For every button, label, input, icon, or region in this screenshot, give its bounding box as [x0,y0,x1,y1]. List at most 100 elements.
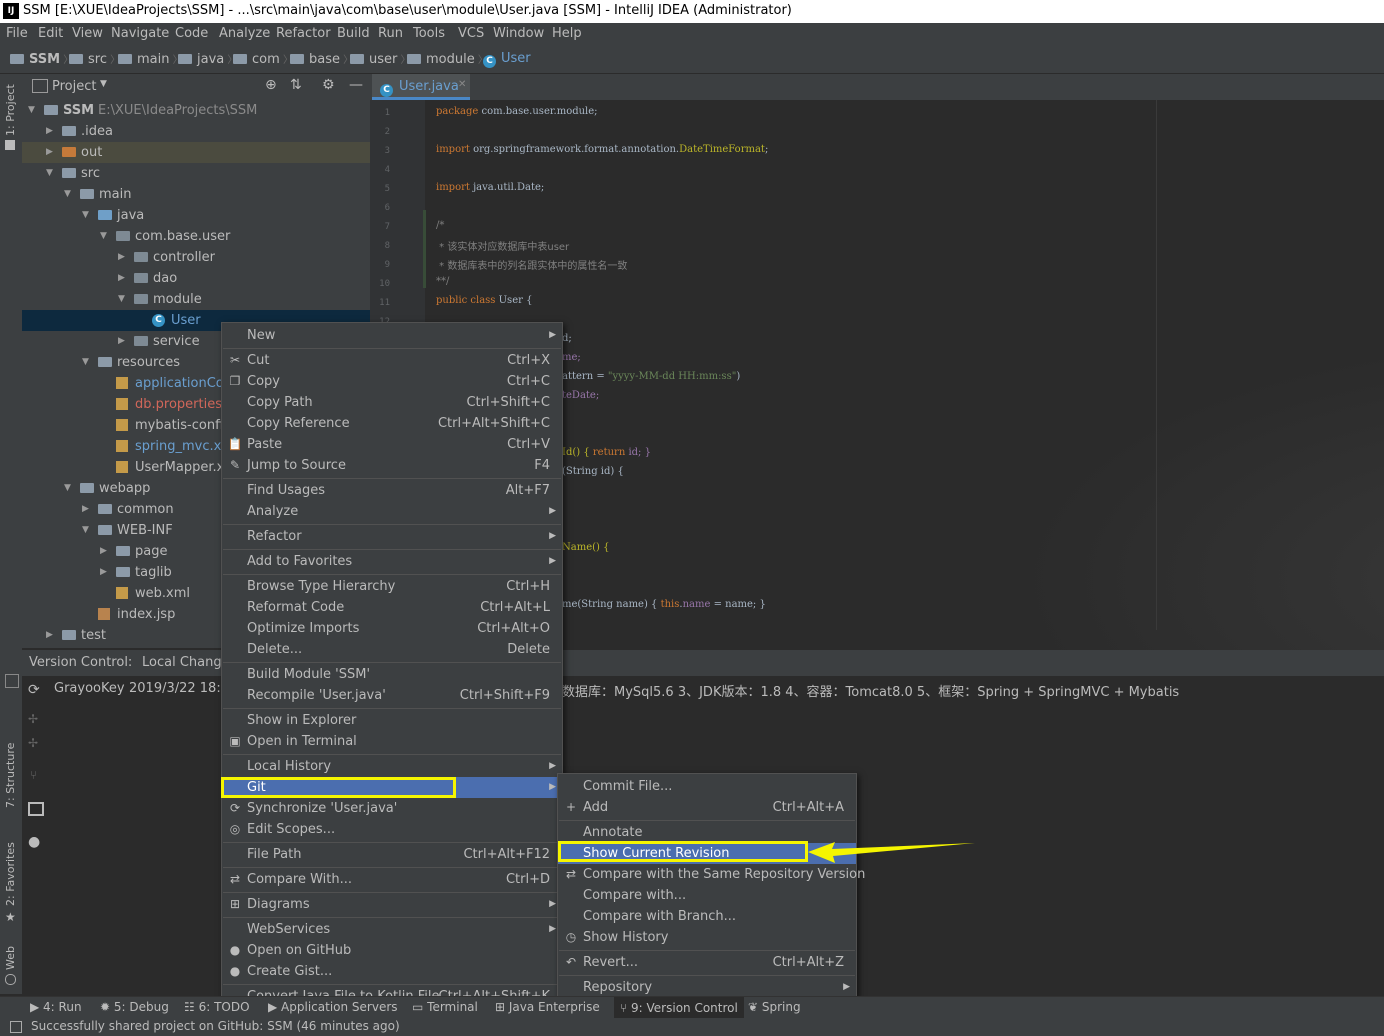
bottom-tab-5-debug[interactable]: ✹ 5: Debug [100,1000,169,1014]
bottom-tab-spring[interactable]: ❦ Spring [748,1000,801,1014]
menu-item-compare-with[interactable]: ⇄ Compare With... Ctrl+D [222,869,562,890]
menu-item-new[interactable]: New ▶ [222,325,562,346]
menu-analyze[interactable]: Analyze [219,26,270,41]
expanded-arrow-icon[interactable]: ▼ [100,226,107,247]
breadcrumb-main[interactable]: main 〉 [118,51,183,67]
menu-item-find-usages[interactable]: Find Usages Alt+F7 [222,480,562,501]
menu-item-synchronize-user-java[interactable]: ⟳ Synchronize 'User.java' [222,798,562,819]
menu-item-paste[interactable]: 📋 Paste Ctrl+V [222,434,562,455]
menu-item-compare-with[interactable]: Compare with... [558,885,856,906]
diff-icon[interactable]: ✢ [28,736,38,750]
menu-build[interactable]: Build [337,26,370,41]
breadcrumb-src[interactable]: src 〉 [69,51,120,67]
bottom-tab-application-servers[interactable]: ▶ Application Servers [268,1000,398,1014]
menu-item-revert[interactable]: ↶ Revert... Ctrl+Alt+Z [558,952,856,973]
menu-item-analyze[interactable]: Analyze ▶ [222,501,562,522]
collapsed-arrow-icon[interactable]: ▶ [118,331,125,352]
expanded-arrow-icon[interactable]: ▼ [64,478,71,499]
breadcrumb-ssm[interactable]: SSM 〉 [10,51,73,67]
breadcrumb-java[interactable]: java 〉 [178,51,237,67]
bottom-tab-4-run[interactable]: ▶ 4: Run [30,1000,82,1014]
menu-item-delete[interactable]: Delete... Delete [222,639,562,660]
menu-item-browse-type-hierarchy[interactable]: Browse Type Hierarchy Ctrl+H [222,576,562,597]
menu-item-add-to-favorites[interactable]: Add to Favorites ▶ [222,551,562,572]
branch-icon[interactable]: ⑂ [30,768,37,782]
menu-item-open-on-github[interactable]: ● Open on GitHub [222,940,562,961]
bottom-tab-9-version-control[interactable]: ⑂ 9: Version Control [614,997,744,1019]
menu-file[interactable]: File [6,26,28,41]
cherry-pick-icon[interactable]: ✢ [28,712,38,726]
tree-item-com-base-user[interactable]: ▼ com.base.user [22,226,370,247]
collapsed-arrow-icon[interactable]: ▶ [46,142,53,163]
gear-icon[interactable]: ⚙ [322,77,335,93]
refresh-icon[interactable]: ⟳ [28,682,40,698]
menu-item-local-history[interactable]: Local History ▶ [222,756,562,777]
expanded-arrow-icon[interactable]: ▼ [82,352,89,373]
menu-help[interactable]: Help [552,26,582,41]
expanded-arrow-icon[interactable]: ▼ [118,289,125,310]
breadcrumb-com[interactable]: com 〉 [233,51,293,67]
collapsed-arrow-icon[interactable]: ▶ [118,268,125,289]
breadcrumb-module[interactable]: module 〉 [407,51,488,67]
menu-item-copy[interactable]: ❐ Copy Ctrl+C [222,371,562,392]
menu-item-diagrams[interactable]: ⊞ Diagrams ▶ [222,894,562,915]
expanded-arrow-icon[interactable]: ▼ [46,163,53,184]
collapse-all-icon[interactable]: ⇅ [290,77,302,93]
breadcrumb-user[interactable]: C User [483,51,531,68]
menu-item-compare-with-branch[interactable]: Compare with Branch... [558,906,856,927]
menu-item-show-history[interactable]: ◷ Show History [558,927,856,948]
menu-view[interactable]: View [72,26,103,41]
tree-item-out[interactable]: ▶ out [22,142,370,163]
tree-item-dao[interactable]: ▶ dao [22,268,370,289]
collapsed-arrow-icon[interactable]: ▶ [100,541,107,562]
menu-item-copy-reference[interactable]: Copy Reference Ctrl+Alt+Shift+C [222,413,562,434]
expanded-arrow-icon[interactable]: ▼ [82,520,89,541]
layout-icon[interactable] [28,802,44,816]
tab-project[interactable]: 1: Project [4,84,17,136]
expanded-arrow-icon[interactable]: ▼ [82,205,89,226]
project-panel-title[interactable]: Project [52,79,96,94]
menu-item-create-gist[interactable]: ● Create Gist... [222,961,562,982]
tree-item-controller[interactable]: ▶ controller [22,247,370,268]
menu-item-refactor[interactable]: Refactor ▶ [222,526,562,547]
menu-item-open-in-terminal[interactable]: ▣ Open in Terminal [222,731,562,752]
menu-item-jump-to-source[interactable]: ✎ Jump to Source F4 [222,455,562,476]
menu-item-build-module-ssm[interactable]: Build Module 'SSM' [222,664,562,685]
menu-item-edit-scopes[interactable]: ◎ Edit Scopes... [222,819,562,840]
bottom-tab-6-todo[interactable]: ☷ 6: TODO [184,1000,250,1014]
menu-item-show-in-explorer[interactable]: Show in Explorer [222,710,562,731]
github-icon[interactable]: ● [28,834,40,850]
breadcrumb-base[interactable]: base 〉 [290,51,353,67]
locate-icon[interactable]: ⊕ [265,77,277,93]
menu-item-cut[interactable]: ✂ Cut Ctrl+X [222,350,562,371]
menu-item-commit-file[interactable]: Commit File... [558,776,856,797]
close-icon[interactable]: ✕ [458,79,466,90]
menu-item-add[interactable]: + Add Ctrl+Alt+A [558,797,856,818]
collapsed-arrow-icon[interactable]: ▶ [82,499,89,520]
menu-item-reformat-code[interactable]: Reformat Code Ctrl+Alt+L [222,597,562,618]
menu-refactor[interactable]: Refactor [276,26,331,41]
tree-item-main[interactable]: ▼ main [22,184,370,205]
menu-vcs[interactable]: VCS [458,26,484,41]
menu-item-recompile-user-java[interactable]: Recompile 'User.java' Ctrl+Shift+F9 [222,685,562,706]
menu-window[interactable]: Window [493,26,544,41]
menu-item-repository[interactable]: Repository ▶ [558,977,856,998]
collapsed-arrow-icon[interactable]: ▶ [46,121,53,142]
tab-web[interactable]: Web [4,946,17,970]
tree-item-ssm[interactable]: ▼ SSM E:\XUE\IdeaProjects\SSM [22,100,370,121]
menu-item-optimize-imports[interactable]: Optimize Imports Ctrl+Alt+O [222,618,562,639]
collapsed-arrow-icon[interactable]: ▶ [100,562,107,583]
expanded-arrow-icon[interactable]: ▼ [64,184,71,205]
menu-code[interactable]: Code [175,26,208,41]
menu-item-file-path[interactable]: File Path Ctrl+Alt+F12 [222,844,562,865]
chevron-down-icon[interactable]: ▼ [100,79,107,89]
collapsed-arrow-icon[interactable]: ▶ [46,625,53,646]
expanded-arrow-icon[interactable]: ▼ [28,100,35,121]
tab-user-java[interactable]: C User.java ✕ [372,74,470,100]
collapsed-arrow-icon[interactable]: ▶ [118,247,125,268]
bottom-tab-terminal[interactable]: ▭ Terminal [412,1000,478,1014]
tree-item--idea[interactable]: ▶ .idea [22,121,370,142]
menu-tools[interactable]: Tools [413,26,445,41]
tree-item-java[interactable]: ▼ java [22,205,370,226]
tree-item-src[interactable]: ▼ src [22,163,370,184]
